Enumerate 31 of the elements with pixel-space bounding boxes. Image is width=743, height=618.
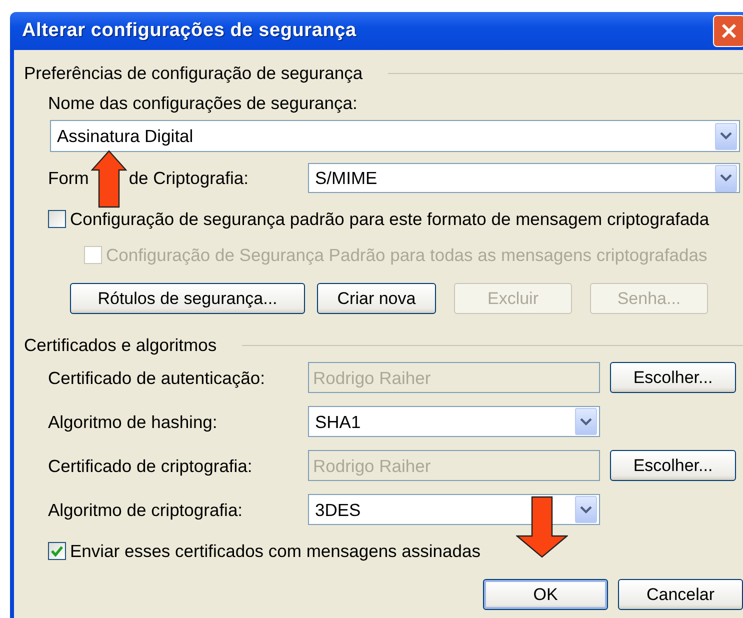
certificate-field: Rodrigo Raiher	[308, 450, 600, 481]
up-arrow-icon	[91, 150, 127, 208]
field-label: Form	[48, 168, 89, 188]
close-button[interactable]	[713, 15, 743, 47]
close-icon	[720, 22, 738, 40]
settings-name-dropdown[interactable]: Assinatura Digital	[50, 120, 740, 152]
action-button[interactable]: Criar nova	[317, 283, 436, 314]
field-label: Certificado de criptografia:	[48, 456, 254, 476]
section-heading: Certificados e algoritmos	[24, 335, 217, 355]
field-label: Certificado de autenticação:	[48, 368, 266, 388]
checkbox-label: Configuração de Segurança Padrão para todas as mensagens criptografadas	[106, 245, 708, 265]
dialog-button[interactable]: OK	[483, 579, 608, 610]
choose-button[interactable]: Escolher...	[610, 450, 736, 481]
algorithm-dropdown[interactable]: 3DES	[308, 494, 600, 525]
section-heading: Preferências de configuração de segurança	[24, 63, 363, 83]
checkbox[interactable]	[48, 542, 66, 560]
window-title: Alterar configurações de segurança	[21, 21, 356, 41]
checkbox-label: Enviar esses certificados com mensagens assinadas	[70, 541, 480, 561]
action-button[interactable]: Rótulos de segurança...	[70, 283, 305, 314]
algorithm-dropdown[interactable]: SHA1	[308, 406, 600, 437]
field-label: de Criptografia:	[128, 168, 248, 188]
choose-button[interactable]: Escolher...	[610, 362, 736, 393]
format-dropdown[interactable]: S/MIME	[308, 163, 740, 193]
certificate-field: Rodrigo Raiher	[308, 362, 600, 393]
checkbox[interactable]	[48, 210, 66, 228]
checkbox-label: Configuração de segurança padrão para este formato de mensagem criptografada	[70, 209, 710, 229]
down-arrow-icon	[516, 496, 568, 558]
field-label: Nome das configurações de segurança:	[48, 93, 358, 113]
dialog-button[interactable]: Cancelar	[618, 579, 743, 610]
field-label: Algoritmo de hashing:	[48, 412, 218, 432]
field-label: Algoritmo de criptografia:	[48, 500, 244, 520]
